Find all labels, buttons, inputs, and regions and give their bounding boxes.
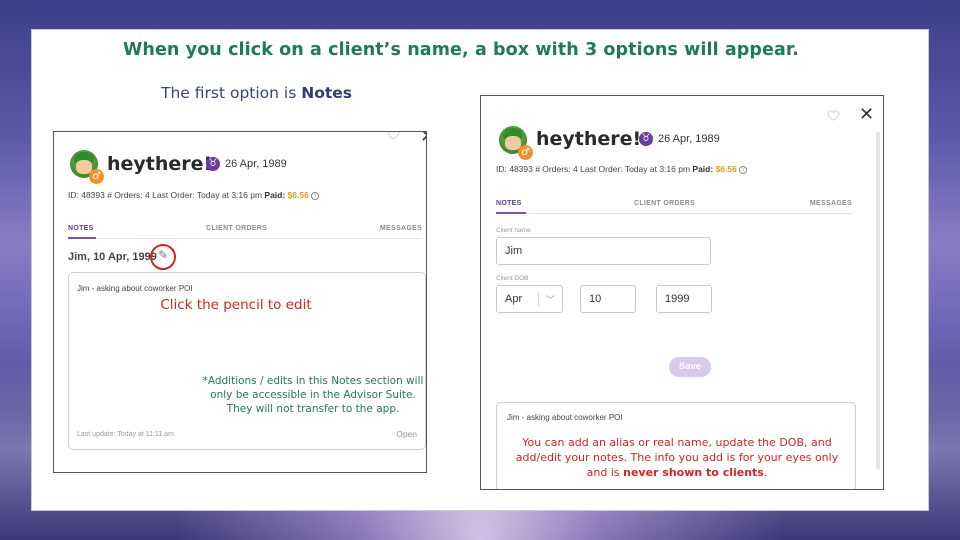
client-dob: 26 Apr, 1989 [658,133,720,145]
save-button[interactable]: Save [669,357,711,377]
client-name-label: Client name [496,227,531,234]
pencil-callout: Click the pencil to edit [160,297,312,313]
client-meta: ID: 48393 # Orders: 4 Last Order: Today … [496,164,748,174]
slide-headline: When you click on a client’s name, a box… [123,40,799,60]
slide-subhead: The first option is Notes [161,84,353,102]
tab-active-indicator [68,237,96,239]
tab-notes[interactable]: NOTES [496,200,522,207]
paid-amount: $6.56 [287,190,309,200]
info-icon[interactable]: i [739,165,748,174]
client-name-input[interactable]: Jim [496,237,711,265]
tab-active-indicator [496,212,526,214]
month-select[interactable]: Apr ﹀ [496,285,563,313]
close-icon[interactable]: ✕ [859,106,874,124]
client-dob: 26 Apr, 1989 [225,158,287,170]
heart-icon[interactable] [387,131,400,140]
month-value: Apr [505,293,523,305]
tab-notes[interactable]: NOTES [68,225,94,232]
zodiac-icon: ♉ [639,132,653,146]
day-input[interactable]: 10 [580,285,636,313]
client-username[interactable]: heythere! [536,128,641,150]
advisor-suite-callout: *Additions / edits in this Notes section… [202,375,424,415]
note-text: Jim - asking about coworker POI [507,413,623,422]
scrollbar[interactable] [876,132,880,470]
paid-amount: $6.56 [715,164,737,174]
note-text: Jim - asking about coworker POI [77,284,193,293]
tab-bar: NOTES CLIENT ORDERS MESSAGES [496,200,852,214]
close-icon[interactable]: ✕ [420,132,426,146]
avatar: ♂ [499,126,533,160]
client-card-edit-mode: ✕ ♂ heythere! ♉ 26 Apr, 1989 ID: 48393 #… [480,95,884,490]
zodiac-icon: ♉ [206,157,220,171]
avatar: ♂ [70,150,104,184]
client-dob-label: Client DOB [496,275,529,282]
pencil-icon[interactable]: ✎ [158,248,168,262]
tab-messages[interactable]: MESSAGES [380,225,422,232]
note-box: Jim - asking about coworker POI Click th… [68,272,426,450]
note-box[interactable]: Jim - asking about coworker POI You can … [496,402,856,489]
year-input[interactable]: 1999 [656,285,712,313]
client-username[interactable]: heythere! [107,153,212,175]
client-meta: ID: 48393 # Orders: 4 Last Order: Today … [68,190,320,200]
last-update: Last update: Today at 11:11 am [77,431,174,438]
note-header: Jim, 10 Apr, 1999 [68,251,157,263]
tab-messages[interactable]: MESSAGES [810,200,852,207]
client-card-view-mode: ✕ ♂ heythere! ♉ 26 Apr, 1989 ID: 48393 #… [53,131,427,473]
tab-bar: NOTES CLIENT ORDERS MESSAGES [68,225,422,239]
slide: When you click on a client’s name, a box… [31,29,929,511]
gender-badge: ♂ [89,169,104,184]
subhead-notes-word: Notes [301,84,353,102]
open-link[interactable]: Open [396,429,417,439]
chevron-down-icon: ﹀ [546,295,556,305]
info-icon[interactable]: i [311,191,320,200]
privacy-callout: You can add an alias or real name, updat… [515,436,839,479]
heart-icon[interactable] [827,110,840,121]
gender-badge: ♂ [518,145,533,160]
tab-client-orders[interactable]: CLIENT ORDERS [206,225,267,232]
tab-client-orders[interactable]: CLIENT ORDERS [634,200,695,207]
